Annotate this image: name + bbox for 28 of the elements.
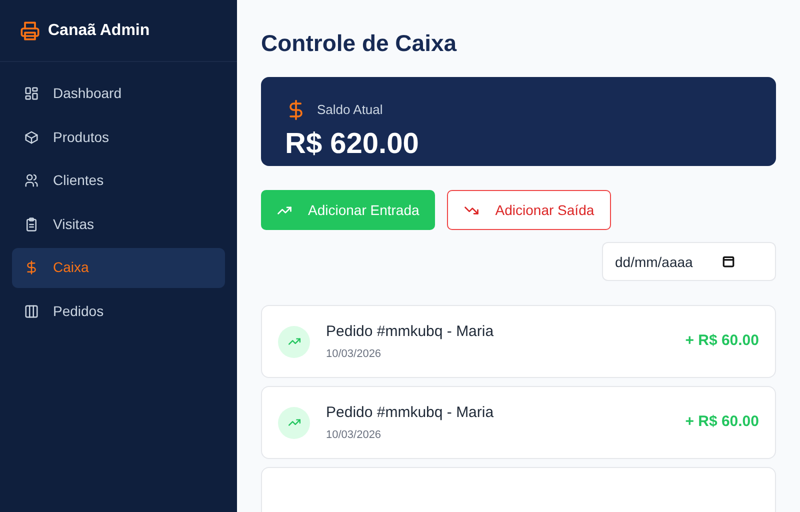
brand-name: Canaã Admin — [48, 20, 150, 40]
columns-icon — [24, 304, 39, 319]
page-title: Controle de Caixa — [261, 29, 458, 58]
sidebar-item[interactable]: Dashboard — [12, 74, 225, 114]
trend-up-icon — [278, 326, 310, 358]
transaction-date: 10/03/2026 — [326, 346, 382, 362]
date-field[interactable]: dd/mm/aaaa — [602, 242, 776, 281]
users-icon — [24, 173, 39, 188]
sidebar-item[interactable]: Visitas — [12, 204, 225, 244]
add-expense-button[interactable]: Adicionar Saída — [447, 190, 612, 230]
sidebar-item[interactable]: Clientes — [12, 161, 225, 200]
transaction-amount: + R$ 60.00 — [685, 412, 759, 432]
transaction-date: 10/03/2026 — [326, 428, 382, 442]
calendar-icon — [722, 255, 735, 268]
transaction-amount: + R$ 60.00 — [685, 331, 759, 352]
balance-value: R$ 620.00 — [285, 126, 420, 162]
sidebar-item[interactable]: Pedidos — [12, 292, 225, 331]
sidebar-item[interactable]: Caixa — [12, 248, 225, 288]
dollar-icon — [24, 260, 39, 276]
trend-up-icon — [278, 406, 310, 438]
box-icon — [24, 130, 39, 145]
transaction-title: Pedido #mmkubq - Maria — [326, 322, 495, 342]
transaction-title: Pedido #mmkubq - Maria — [326, 403, 495, 423]
balance-label: Saldo Atual — [317, 100, 383, 119]
sidebar-item[interactable]: Produtos — [12, 118, 225, 157]
printer-icon — [20, 20, 40, 40]
layout-grid-icon — [24, 86, 39, 102]
clipboard-icon — [24, 216, 39, 232]
